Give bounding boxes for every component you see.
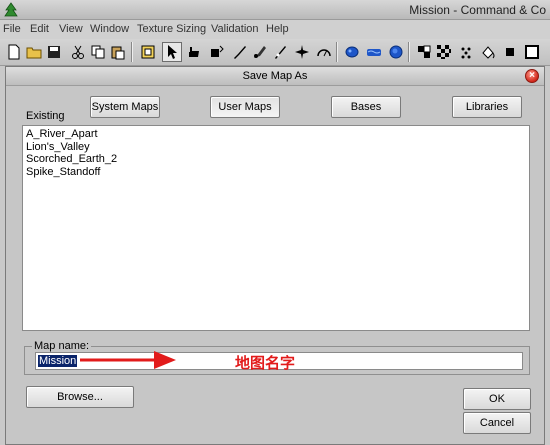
paste-icon[interactable] xyxy=(108,42,128,62)
fit-view-icon[interactable] xyxy=(138,42,158,62)
save-icon[interactable] xyxy=(44,42,64,62)
save-map-dialog: Save Map As × Existing System Maps User … xyxy=(5,66,545,445)
menu-help[interactable]: Help xyxy=(266,23,289,35)
tab-bases[interactable]: Bases xyxy=(331,96,401,118)
checker-icon[interactable] xyxy=(434,42,454,62)
map-name-value: Mission xyxy=(38,355,78,367)
menubar: File Edit View Window Texture Sizing Val… xyxy=(0,20,550,39)
app-title: Mission - Command & Co xyxy=(409,3,546,17)
gauge-icon[interactable] xyxy=(314,42,334,62)
hand-icon[interactable] xyxy=(184,42,204,62)
open-folder-icon[interactable] xyxy=(24,42,44,62)
tab-user-maps[interactable]: User Maps xyxy=(210,96,280,118)
paint-brush-icon[interactable] xyxy=(250,42,270,62)
tab-system-maps[interactable]: System Maps xyxy=(90,96,160,118)
dots-icon[interactable] xyxy=(456,42,476,62)
square-solid-icon[interactable] xyxy=(500,42,520,62)
ok-button[interactable]: OK xyxy=(463,388,531,410)
pointer-icon[interactable] xyxy=(162,42,182,62)
burst-icon[interactable] xyxy=(292,42,312,62)
cloud-icon[interactable] xyxy=(386,42,406,62)
toolbar xyxy=(0,39,550,66)
fill-icon[interactable] xyxy=(478,42,498,62)
cancel-button[interactable]: Cancel xyxy=(463,412,531,434)
menu-view[interactable]: View xyxy=(59,23,83,35)
annotation-text: 地图名字 xyxy=(235,354,296,372)
green-tree-logo-icon xyxy=(4,2,18,17)
move-icon[interactable] xyxy=(206,42,226,62)
close-icon[interactable]: × xyxy=(525,69,539,83)
brush-icon[interactable] xyxy=(230,42,250,62)
blob-icon[interactable] xyxy=(342,42,362,62)
dialog-title: Save Map As xyxy=(242,70,308,82)
list-item[interactable]: A_River_Apart xyxy=(26,128,526,141)
maps-list[interactable]: A_River_Apart Lion's_Valley Scorched_Ear… xyxy=(22,125,530,331)
tab-libraries[interactable]: Libraries xyxy=(452,96,522,118)
copy-icon[interactable] xyxy=(88,42,108,62)
menu-validation[interactable]: Validation xyxy=(211,23,259,35)
app-titlebar: Mission - Command & Co xyxy=(0,0,550,20)
water-icon[interactable] xyxy=(364,42,384,62)
list-item[interactable]: Lion's_Valley xyxy=(26,141,526,154)
menu-window[interactable]: Window xyxy=(90,23,129,35)
list-item[interactable]: Scorched_Earth_2 xyxy=(26,153,526,166)
stamp-icon[interactable] xyxy=(270,42,290,62)
dialog-titlebar: Save Map As × xyxy=(6,67,544,86)
list-item[interactable]: Spike_Standoff xyxy=(26,166,526,179)
menu-edit[interactable]: Edit xyxy=(30,23,49,35)
red-arrow-icon xyxy=(80,351,176,369)
menu-texture-sizing[interactable]: Texture Sizing xyxy=(137,23,206,35)
square-outline-icon[interactable] xyxy=(522,42,542,62)
browse-button[interactable]: Browse... xyxy=(26,386,134,408)
menu-file[interactable]: File xyxy=(3,23,21,35)
new-file-icon[interactable] xyxy=(4,42,24,62)
existing-label: Existing xyxy=(26,110,65,122)
cut-icon[interactable] xyxy=(68,42,88,62)
tile-icon[interactable] xyxy=(414,42,434,62)
